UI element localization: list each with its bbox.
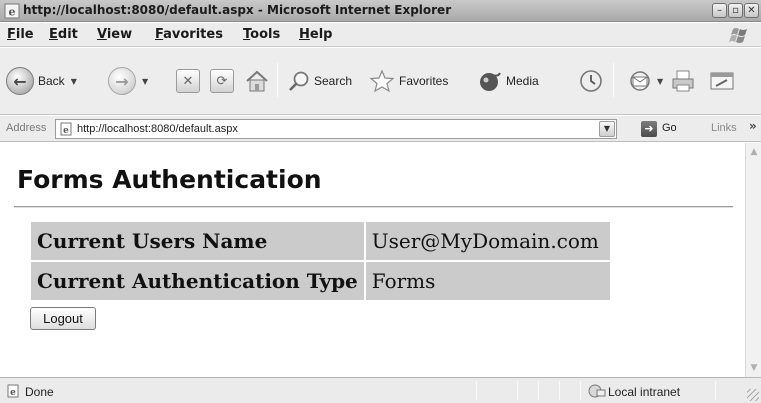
menu-file[interactable]: File: [7, 27, 34, 42]
auth-type-value: Forms: [365, 262, 610, 300]
standard-toolbar: ← Back ▼ → ▼ ✕ ⟳ Search Favorites Media …: [0, 48, 761, 115]
address-dropdown-icon[interactable]: ▼: [599, 121, 615, 137]
users-name-label: Current Users Name: [31, 222, 364, 260]
toolbar-separator: [277, 63, 278, 97]
edit-icon: [710, 72, 734, 90]
print-button[interactable]: [670, 65, 696, 97]
svg-text:e: e: [10, 388, 16, 398]
scroll-up-icon[interactable]: ▲: [747, 145, 761, 159]
search-button[interactable]: Search: [288, 65, 352, 97]
status-divider: [517, 381, 518, 400]
window-title: http://localhost:8080/default.aspx - Mic…: [23, 3, 452, 17]
status-divider: [715, 381, 716, 400]
go-button[interactable]: Go: [662, 122, 677, 134]
back-button[interactable]: ← Back ▼: [6, 65, 77, 97]
page-done-icon: e: [7, 384, 19, 398]
resize-grip-icon[interactable]: [747, 389, 759, 401]
status-bar: e Done Local intranet: [0, 377, 761, 403]
menu-favorites[interactable]: Favorites: [155, 27, 223, 42]
minimize-button[interactable]: –: [712, 3, 727, 18]
menu-edit[interactable]: Edit: [49, 27, 78, 42]
back-label: Back: [38, 74, 65, 88]
users-name-value: User@MyDomain.com: [365, 222, 610, 260]
favorites-star-icon: [369, 69, 395, 93]
table-row: Current Users Name User@MyDomain.com: [31, 222, 610, 260]
ie-logo-icon: e: [4, 3, 20, 19]
forward-icon: →: [108, 67, 136, 95]
status-divider: [476, 381, 477, 400]
auth-type-label: Current Authentication Type: [31, 262, 364, 300]
mail-button[interactable]: ▼: [628, 65, 663, 97]
go-arrow-icon[interactable]: ➜: [641, 121, 657, 137]
menu-tools[interactable]: Tools: [243, 27, 280, 42]
history-button[interactable]: [578, 65, 604, 97]
close-button[interactable]: ✕: [744, 3, 759, 18]
auth-info-table: Current Users Name User@MyDomain.com Cur…: [29, 220, 612, 302]
page-icon: e: [60, 122, 72, 136]
vertical-scrollbar[interactable]: ▲ ▼: [745, 143, 761, 377]
menu-help[interactable]: Help: [299, 27, 332, 42]
home-icon: [246, 70, 268, 92]
search-label: Search: [314, 74, 353, 88]
menu-bar: File Edit View Favorites Tools Help: [0, 23, 761, 47]
history-icon: [580, 70, 602, 92]
media-label: Media: [506, 74, 539, 88]
svg-text:e: e: [63, 126, 69, 136]
maximize-button[interactable]: ▫: [728, 3, 743, 18]
mail-icon: [630, 71, 650, 91]
menu-view[interactable]: View: [97, 27, 132, 42]
status-text: Done: [25, 385, 54, 399]
status-divider: [580, 381, 581, 400]
favorites-button[interactable]: Favorites: [369, 65, 448, 97]
scroll-down-icon[interactable]: ▼: [747, 361, 761, 375]
home-button[interactable]: [244, 65, 270, 97]
address-label: Address: [6, 122, 47, 134]
status-divider: [538, 381, 539, 400]
back-icon: ←: [6, 67, 34, 95]
windows-flag-icon: [729, 28, 747, 43]
print-icon: [672, 70, 694, 92]
page-content: Forms Authentication Current Users Name …: [0, 143, 745, 377]
title-bar[interactable]: e http://localhost:8080/default.aspx - M…: [0, 0, 761, 22]
search-icon: [289, 71, 309, 91]
stop-icon: ✕: [176, 69, 200, 93]
local-intranet-icon: [588, 384, 606, 398]
edit-button[interactable]: [708, 65, 736, 97]
logout-button[interactable]: Logout: [30, 307, 96, 330]
svg-text:e: e: [9, 6, 16, 19]
links-button[interactable]: Links: [711, 122, 737, 134]
stop-button[interactable]: ✕: [176, 65, 200, 97]
media-button[interactable]: Media: [478, 65, 539, 97]
refresh-button[interactable]: ⟳: [210, 65, 234, 97]
page-title: Forms Authentication: [17, 165, 322, 194]
back-dropdown-icon[interactable]: ▼: [71, 77, 77, 86]
address-url: http://localhost:8080/default.aspx: [77, 123, 238, 135]
refresh-icon: ⟳: [210, 69, 234, 93]
forward-dropdown-icon[interactable]: ▼: [142, 77, 148, 86]
forward-button[interactable]: → ▼: [108, 65, 148, 97]
address-bar: Address e http://localhost:8080/default.…: [0, 116, 761, 142]
media-icon: [480, 72, 501, 91]
status-divider: [559, 381, 560, 400]
horizontal-rule: [14, 206, 733, 208]
table-row: Current Authentication Type Forms: [31, 262, 610, 300]
address-input[interactable]: e http://localhost:8080/default.aspx ▼: [55, 119, 617, 139]
security-zone-text: Local intranet: [608, 385, 681, 399]
toolbar-separator: [613, 63, 614, 97]
mail-dropdown-icon[interactable]: ▼: [657, 77, 663, 86]
window-controls: – ▫ ✕: [712, 3, 759, 18]
favorites-label: Favorites: [399, 74, 449, 88]
links-chevron-icon[interactable]: »: [749, 119, 757, 133]
